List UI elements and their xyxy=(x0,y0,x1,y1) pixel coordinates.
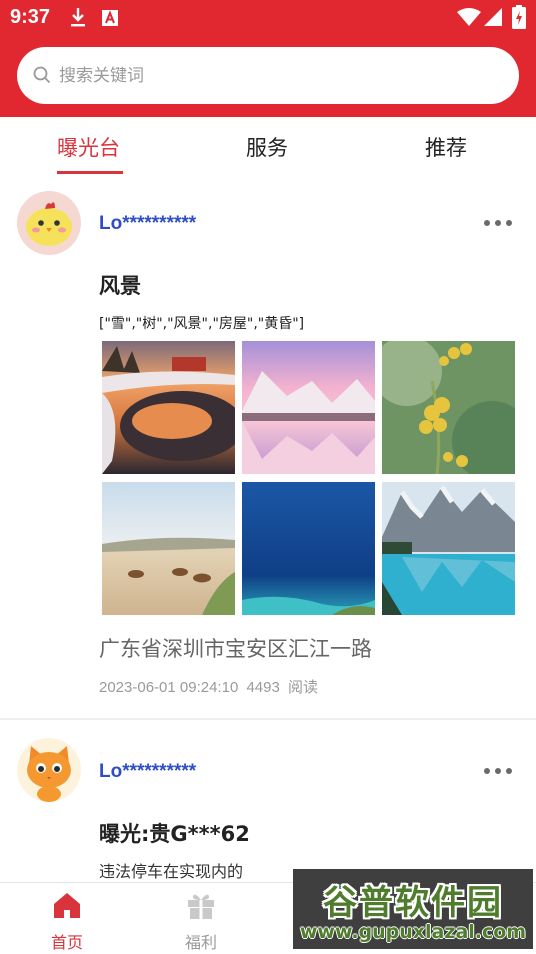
post-divider xyxy=(0,718,536,720)
nav-label-home: 首页 xyxy=(50,933,83,952)
download-icon xyxy=(71,8,85,27)
home-icon xyxy=(54,893,80,918)
watermark-title: 谷普软件园 xyxy=(323,883,503,923)
search-input[interactable] xyxy=(59,47,499,104)
status-time: 9:37 xyxy=(10,6,51,28)
post-title: 风景 xyxy=(99,274,141,298)
watermark-url: www.gupuxlazal.com xyxy=(299,921,527,943)
battery-icon xyxy=(512,5,526,29)
post-location: 广东省深圳市宝安区汇江一路 xyxy=(99,637,372,661)
post-view-count: 4493 xyxy=(246,679,280,696)
post-meta: 2023-06-01 09:24:10 4493 阅读 xyxy=(99,676,318,697)
active-tab-indicator xyxy=(57,171,123,174)
app-screen: 9:37 搜索关键词 曝光台 服务 推荐 Lo********** 风景 ["雪… xyxy=(0,0,536,954)
blue-ocean-photo xyxy=(242,482,375,615)
post-tags: ["雪","树","风景","房屋","黄昏"] xyxy=(99,316,305,332)
mountain-lake-photo xyxy=(382,482,515,615)
tab-service[interactable]: 服务 xyxy=(246,132,288,162)
watermark: 谷普软件园 www.gupuxlazal.com xyxy=(293,869,533,949)
avatar[interactable] xyxy=(17,191,81,255)
tab-recommend[interactable]: 推荐 xyxy=(425,132,467,162)
post-description: 违法停车在实现内的 xyxy=(99,862,244,881)
more-options-icon[interactable] xyxy=(484,218,514,228)
tab-exposure[interactable]: 曝光台 xyxy=(57,132,120,162)
post-datetime: 2023-06-01 09:24:10 xyxy=(99,679,239,696)
nav-item-home[interactable]: 首页 xyxy=(0,883,134,954)
photo-thumbnail[interactable] xyxy=(102,482,235,615)
status-bar: 9:37 xyxy=(0,0,536,36)
yellow-chick-avatar-icon xyxy=(17,191,81,255)
gift-icon xyxy=(188,894,214,919)
username[interactable]: Lo********** xyxy=(99,761,196,783)
photo-thumbnail[interactable] xyxy=(242,482,375,615)
post-view-label: 阅读 xyxy=(288,679,319,696)
photo-thumbnail[interactable] xyxy=(102,341,235,474)
pink-snowy-mountain-lake-photo xyxy=(242,341,375,474)
wifi-icon xyxy=(457,8,481,26)
photo-thumbnail[interactable] xyxy=(382,341,515,474)
more-options-icon[interactable] xyxy=(484,766,514,776)
desert-camels-photo xyxy=(102,482,235,615)
nav-label-welfare: 福利 xyxy=(184,933,217,952)
search-bar[interactable] xyxy=(17,47,519,104)
post-title: 曝光:贵G***62 xyxy=(99,822,250,846)
username[interactable]: Lo********** xyxy=(99,213,196,235)
photo-thumbnail[interactable] xyxy=(382,482,515,615)
photo-grid xyxy=(102,341,516,615)
orange-cat-avatar-icon xyxy=(17,738,81,802)
nav-item-welfare[interactable]: 福利 xyxy=(134,883,268,954)
font-icon xyxy=(102,10,118,26)
tab-bar: 曝光台 服务 推荐 xyxy=(0,117,536,177)
avatar[interactable] xyxy=(17,738,81,802)
signal-icon xyxy=(484,8,502,26)
header: 9:37 xyxy=(0,0,536,117)
search-icon xyxy=(33,66,51,84)
photo-thumbnail[interactable] xyxy=(242,341,375,474)
yellow-flowers-photo xyxy=(382,341,515,474)
sunset-frozen-lake-photo xyxy=(102,341,235,474)
